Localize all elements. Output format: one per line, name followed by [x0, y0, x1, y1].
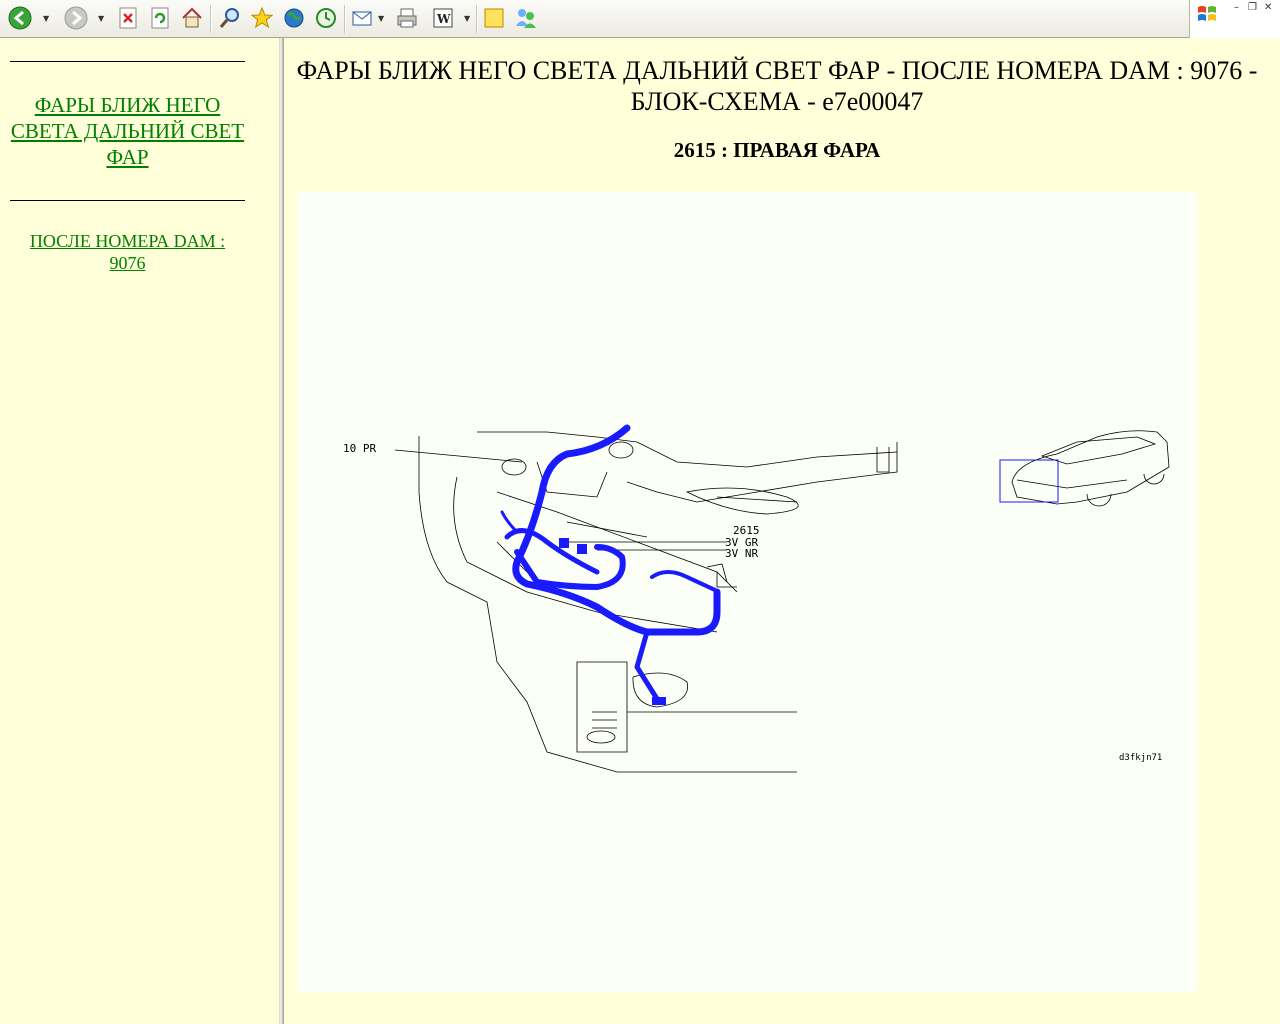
back-button[interactable] — [7, 5, 33, 31]
leader-lines — [394, 449, 727, 551]
car-locator-icon — [1011, 430, 1170, 507]
browser-toolbar: ▼ ▼ ▼ W ▼ – ❐ ✕ — [0, 0, 1280, 38]
windows-logo-area: – ❐ ✕ — [1189, 0, 1280, 38]
globe-icon — [284, 8, 304, 28]
forward-button[interactable] — [63, 5, 89, 31]
mail-dropdown-icon[interactable]: ▼ — [378, 14, 384, 23]
svg-text:W: W — [436, 12, 451, 26]
content-frame: ФАРЫ БЛИЖ НЕГО СВЕТА ДАЛЬНИЙ СВЕТ ФАР - … — [284, 38, 1280, 1024]
windows-flag-icon — [1198, 6, 1216, 21]
word-icon: W — [433, 8, 453, 28]
discuss-button[interactable] — [481, 5, 507, 31]
mail-button[interactable] — [350, 5, 376, 31]
wiring-diagram: 10 PR 2615 3V GR 3V NR d3fkjn71 — [297, 192, 1197, 992]
search-button[interactable] — [217, 5, 243, 31]
close-button[interactable]: ✕ — [1264, 2, 1272, 13]
note-icon — [484, 8, 504, 28]
wiring-harness — [500, 424, 721, 705]
engine-bay-outline — [418, 431, 898, 773]
diagram-drawing: 10 PR 2615 3V GR 3V NR d3fkjn71 — [343, 424, 1170, 773]
forward-arrow-icon — [64, 6, 88, 30]
stop-icon — [119, 7, 137, 29]
print-button[interactable] — [394, 5, 420, 31]
edit-button[interactable]: W — [430, 5, 456, 31]
refresh-button[interactable] — [147, 5, 173, 31]
home-button[interactable] — [179, 5, 205, 31]
restore-button[interactable]: ❐ — [1248, 2, 1257, 13]
divider-line — [10, 61, 245, 62]
left-navigation-frame: ФАРЫ БЛИЖ НЕГО СВЕТА ДАЛЬНИЙ СВЕТ ФАР ПО… — [0, 38, 279, 1024]
nav-link-headlamps[interactable]: ФАРЫ БЛИЖ НЕГО СВЕТА ДАЛЬНИЙ СВЕТ ФАР — [10, 92, 245, 170]
mail-icon — [352, 11, 372, 26]
home-icon — [182, 7, 202, 28]
star-icon — [250, 6, 274, 29]
minimize-button[interactable]: – — [1234, 2, 1239, 13]
search-icon — [219, 8, 239, 28]
favorites-button[interactable] — [249, 5, 275, 31]
page-title: ФАРЫ БЛИЖ НЕГО СВЕТА ДАЛЬНИЙ СВЕТ ФАР - … — [296, 56, 1258, 116]
printer-icon — [397, 8, 417, 28]
edit-dropdown-icon[interactable]: ▼ — [464, 14, 470, 23]
locator-highlight-box — [999, 459, 1059, 503]
history-icon — [316, 8, 336, 28]
label-ref: d3fkjn71 — [1119, 753, 1162, 763]
forward-dropdown-icon[interactable]: ▼ — [98, 14, 104, 23]
messenger-icon — [516, 9, 536, 28]
label-pr: 10 PR — [343, 442, 376, 455]
history-button[interactable] — [313, 5, 339, 31]
media-button[interactable] — [281, 5, 307, 31]
back-dropdown-icon[interactable]: ▼ — [43, 14, 49, 23]
nav-link-dam-number[interactable]: ПОСЛЕ НОМЕРА DAM : 9076 — [10, 230, 245, 274]
divider-line — [10, 200, 245, 201]
label-nr: 3V NR — [725, 547, 758, 560]
back-arrow-icon — [8, 6, 32, 30]
messenger-button[interactable] — [513, 5, 539, 31]
stop-button[interactable] — [115, 5, 141, 31]
refresh-icon — [151, 7, 169, 29]
page-subtitle: 2615 : ПРАВАЯ ФАРА — [673, 138, 881, 162]
